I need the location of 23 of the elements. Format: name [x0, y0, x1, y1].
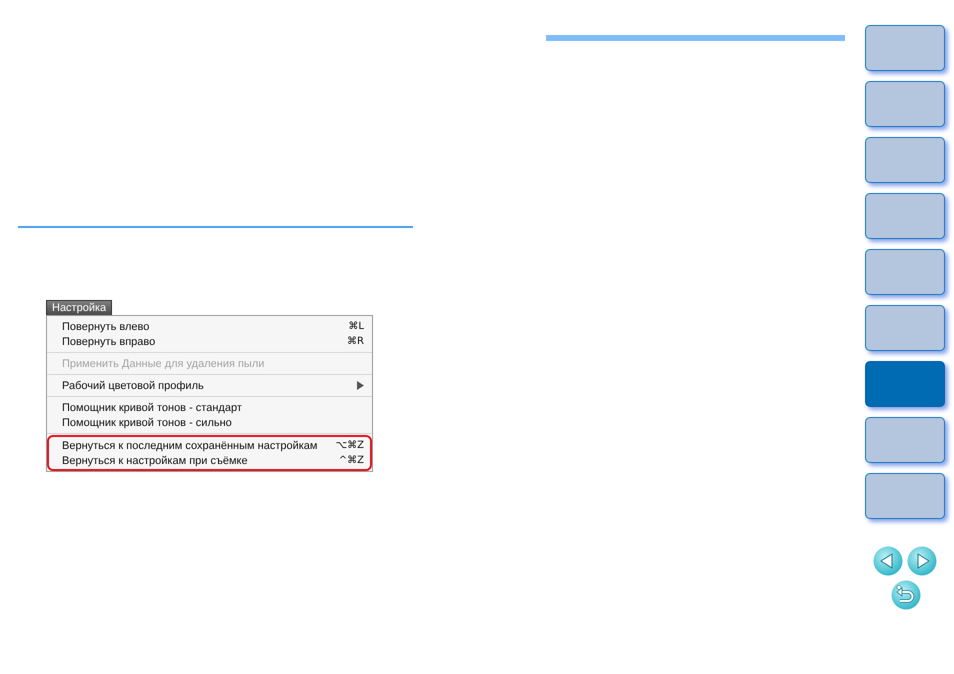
chapter-tab[interactable] [865, 249, 945, 295]
chapter-tab[interactable] [865, 193, 945, 239]
menu-item[interactable]: Помощник кривой тонов - стандарт [62, 402, 242, 414]
shortcut-text: ^⌘Z [338, 455, 364, 466]
chapter-tab[interactable] [865, 417, 945, 463]
chapter-tab[interactable] [865, 473, 945, 519]
menu-item[interactable]: Повернуть вправо [62, 336, 156, 348]
next-page-icon[interactable] [907, 546, 937, 576]
shortcut-text: ⌘L [348, 321, 364, 332]
menu-item[interactable]: Вернуться к последним сохранённым настройкам [62, 440, 318, 452]
menu-item[interactable]: Рабочий цветовой профиль [62, 380, 204, 392]
chapter-tab[interactable] [865, 137, 945, 183]
menu-item[interactable]: Вернуться к настройкам при съёмке [62, 454, 248, 466]
menu-title[interactable]: Настройка [46, 300, 112, 315]
previous-page-icon[interactable] [873, 546, 903, 576]
chapter-tab[interactable] [865, 81, 945, 127]
shortcut-text: ⌥⌘Z [336, 440, 364, 451]
chapter-tab[interactable] [865, 25, 945, 71]
menu-item[interactable]: Повернуть влево [62, 320, 150, 332]
chapter-tab[interactable] [865, 305, 945, 351]
return-icon[interactable] [891, 580, 921, 610]
shortcut-text: ⌘R [347, 336, 364, 347]
menu-item[interactable]: Помощник кривой тонов - сильно [62, 416, 232, 428]
